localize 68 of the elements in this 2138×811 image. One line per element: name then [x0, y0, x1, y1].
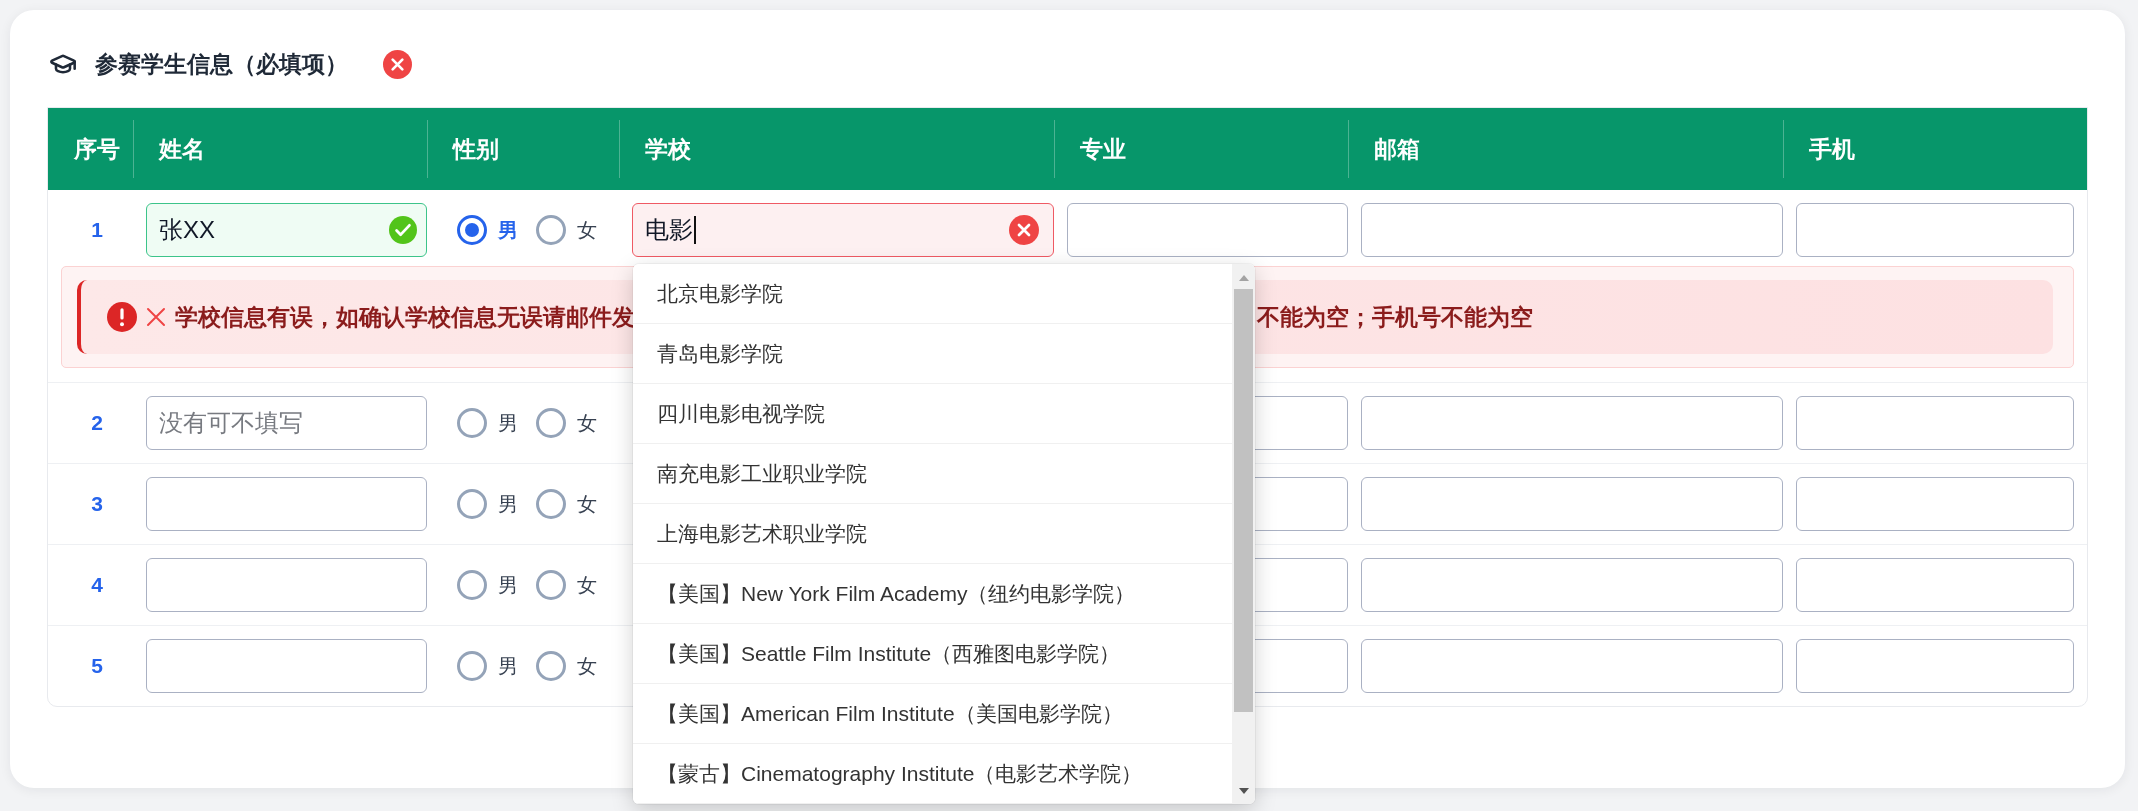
scrollbar[interactable] [1232, 264, 1255, 804]
school-field[interactable]: 电影 [632, 203, 1054, 257]
radio-label[interactable]: 女 [577, 490, 597, 518]
exclamation-icon [107, 302, 137, 332]
suggestion-item[interactable]: 青岛电影学院 [633, 324, 1232, 384]
name-field[interactable] [146, 477, 427, 531]
radio-label[interactable]: 男 [498, 652, 518, 680]
row-number: 3 [91, 492, 103, 516]
suggestion-item[interactable]: 上海电影艺术职业学院 [633, 504, 1232, 564]
radio-button[interactable] [457, 215, 487, 245]
radio-button[interactable] [536, 408, 566, 438]
column-header: 专业 [1080, 134, 1126, 164]
text-cursor-icon [694, 216, 696, 244]
radio-button[interactable] [457, 570, 487, 600]
phone-field[interactable] [1796, 639, 2074, 693]
column-header: 序号 [74, 134, 120, 164]
radio-button[interactable] [536, 570, 566, 600]
name-field[interactable] [146, 639, 427, 693]
phone-field[interactable] [1796, 396, 2074, 450]
radio-button[interactable] [457, 489, 487, 519]
row-number: 5 [91, 654, 103, 678]
radio-label[interactable]: 女 [577, 216, 597, 244]
major-field[interactable] [1067, 203, 1348, 257]
name-field[interactable]: 张XX [146, 203, 427, 257]
radio-button[interactable] [536, 651, 566, 681]
radio-label[interactable]: 女 [577, 652, 597, 680]
radio-label[interactable]: 男 [498, 409, 518, 437]
radio-label[interactable]: 女 [577, 571, 597, 599]
phone-field[interactable] [1796, 477, 2074, 531]
email-field[interactable] [1361, 396, 1783, 450]
email-field[interactable] [1361, 558, 1783, 612]
suggestion-item[interactable]: 【蒙古】Cinematography Institute（电影艺术学院） [633, 744, 1232, 804]
name-field[interactable]: 没有可不填写 [146, 396, 427, 450]
error-text: 学校信息有误，如确认学校信息无误请邮件发 [175, 303, 635, 332]
row-number: 2 [91, 411, 103, 435]
radio-button[interactable] [536, 215, 566, 245]
scrollbar-thumb[interactable] [1234, 289, 1253, 712]
radio-button[interactable] [457, 651, 487, 681]
name-field[interactable] [146, 558, 427, 612]
column-header: 邮箱 [1374, 134, 1420, 164]
suggestion-item[interactable]: 【美国】American Film Institute（美国电影学院） [633, 684, 1232, 744]
column-header: 手机 [1809, 134, 1855, 164]
row-number: 1 [91, 218, 103, 242]
email-field[interactable] [1361, 477, 1783, 531]
suggestion-item[interactable]: 南充电影工业职业学院 [633, 444, 1232, 504]
email-field[interactable] [1361, 203, 1783, 257]
suggestion-item[interactable]: 四川电影电视学院 [633, 384, 1232, 444]
radio-label[interactable]: 男 [498, 490, 518, 518]
suggestion-item[interactable]: 北京电影学院 [633, 264, 1232, 324]
radio-label[interactable]: 女 [577, 409, 597, 437]
section-title: 参赛学生信息（必填项） [95, 50, 348, 79]
phone-field[interactable] [1796, 558, 2074, 612]
column-header: 学校 [645, 134, 691, 164]
x-circle-icon[interactable] [1009, 215, 1039, 245]
check-circle-icon [389, 216, 417, 244]
row-number: 4 [91, 573, 103, 597]
suggestion-item[interactable]: 【美国】Seattle Film Institute（西雅图电影学院） [633, 624, 1232, 684]
phone-field[interactable] [1796, 203, 2074, 257]
radio-button[interactable] [536, 489, 566, 519]
column-header: 性别 [453, 134, 499, 164]
radio-label[interactable]: 男 [498, 571, 518, 599]
radio-label[interactable]: 男 [498, 216, 518, 244]
radio-button[interactable] [457, 408, 487, 438]
email-field[interactable] [1361, 639, 1783, 693]
column-header: 姓名 [159, 134, 205, 164]
suggestion-item[interactable]: 【美国】New York Film Academy（纽约电影学院） [633, 564, 1232, 624]
error-text: 不能为空；手机号不能为空 [1257, 303, 1533, 332]
cross-icon [146, 307, 166, 327]
